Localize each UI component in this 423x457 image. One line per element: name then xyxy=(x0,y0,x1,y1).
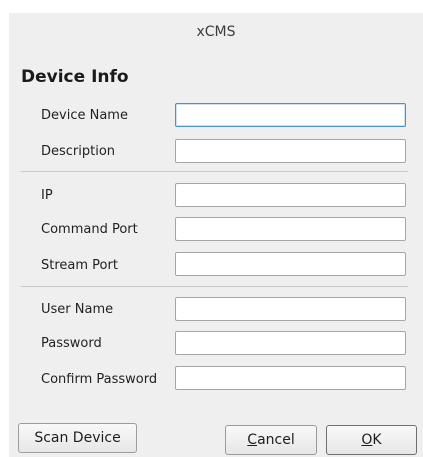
separator-2 xyxy=(21,286,408,287)
ok-label: K xyxy=(372,432,382,448)
ok-mnemonic: O xyxy=(361,432,373,448)
stream-port-label: Stream Port xyxy=(41,258,118,273)
device-name-input[interactable] xyxy=(175,103,406,127)
ok-button[interactable]: OK xyxy=(326,425,417,455)
confirm-password-input[interactable] xyxy=(175,366,406,390)
confirm-password-label: Confirm Password xyxy=(41,372,158,387)
device-name-label: Device Name xyxy=(41,108,128,123)
ip-label: IP xyxy=(41,188,53,203)
cancel-button[interactable]: Cancel xyxy=(225,425,317,455)
scan-device-label: Scan Device xyxy=(34,430,121,446)
stream-port-input[interactable] xyxy=(175,252,406,276)
cancel-label: ancel xyxy=(257,432,295,448)
command-port-label: Command Port xyxy=(41,222,138,237)
ip-input[interactable] xyxy=(175,183,406,207)
window-title: xCMS xyxy=(196,24,236,40)
section-title: Device Info xyxy=(21,67,129,87)
description-label: Description xyxy=(41,144,116,159)
separator-1 xyxy=(21,171,408,172)
cancel-mnemonic: C xyxy=(247,432,258,448)
description-input[interactable] xyxy=(175,139,406,163)
scan-device-button[interactable]: Scan Device xyxy=(18,423,137,453)
command-port-input[interactable] xyxy=(175,217,406,241)
user-name-label: User Name xyxy=(41,302,114,317)
device-info-dialog: xCMS Device Info Device Name Description… xyxy=(9,13,423,457)
password-label: Password xyxy=(41,336,102,351)
password-input[interactable] xyxy=(175,331,406,355)
user-name-input[interactable] xyxy=(175,297,406,321)
